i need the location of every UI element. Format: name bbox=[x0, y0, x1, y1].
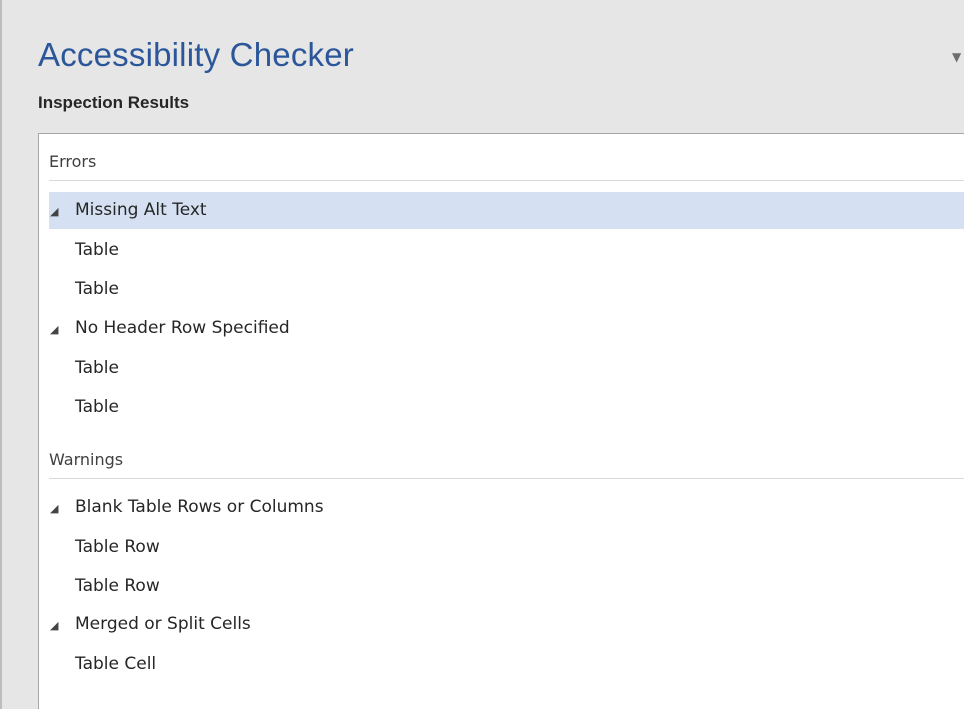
issue-item-table-row[interactable]: Table Row bbox=[75, 567, 964, 605]
issue-item-table-row[interactable]: Table Row bbox=[75, 528, 964, 566]
issue-label: Blank Table Rows or Columns bbox=[75, 497, 324, 517]
issue-label: Missing Alt Text bbox=[75, 200, 207, 220]
issue-item-table[interactable]: Table bbox=[75, 349, 964, 387]
inspection-results-heading: Inspection Results bbox=[38, 93, 190, 112]
expanded-triangle-icon[interactable]: ◢ bbox=[49, 193, 75, 230]
pane-title: Accessibility Checker bbox=[38, 36, 354, 73]
issue-item-table[interactable]: Table bbox=[75, 388, 964, 426]
issue-item-table[interactable]: Table bbox=[75, 231, 964, 269]
expanded-triangle-icon[interactable]: ◢ bbox=[49, 490, 75, 527]
issue-label: Merged or Split Cells bbox=[75, 614, 251, 634]
issue-blank-table-rows-or-columns[interactable]: ◢ Blank Table Rows or Columns bbox=[49, 489, 964, 526]
category-warnings: Warnings bbox=[49, 442, 964, 479]
category-errors: Errors bbox=[49, 144, 964, 181]
issue-item-table-cell[interactable]: Table Cell bbox=[75, 645, 964, 683]
issue-merged-or-split-cells[interactable]: ◢ Merged or Split Cells bbox=[49, 606, 964, 643]
issue-no-header-row-specified[interactable]: ◢ No Header Row Specified bbox=[49, 310, 964, 347]
issue-label: No Header Row Specified bbox=[75, 318, 290, 338]
expanded-triangle-icon[interactable]: ◢ bbox=[49, 311, 75, 348]
expanded-triangle-icon[interactable]: ◢ bbox=[49, 607, 75, 644]
accessibility-checker-pane: Accessibility Checker ▼ Inspection Resul… bbox=[0, 0, 964, 709]
inspection-results-list: Errors ◢ Missing Alt Text Table Table ◢ No… bbox=[38, 133, 964, 709]
issue-missing-alt-text[interactable]: ◢ Missing Alt Text bbox=[49, 192, 964, 229]
pane-options-chevron-down-icon[interactable]: ▼ bbox=[952, 50, 964, 64]
issue-item-table[interactable]: Table bbox=[75, 270, 964, 308]
